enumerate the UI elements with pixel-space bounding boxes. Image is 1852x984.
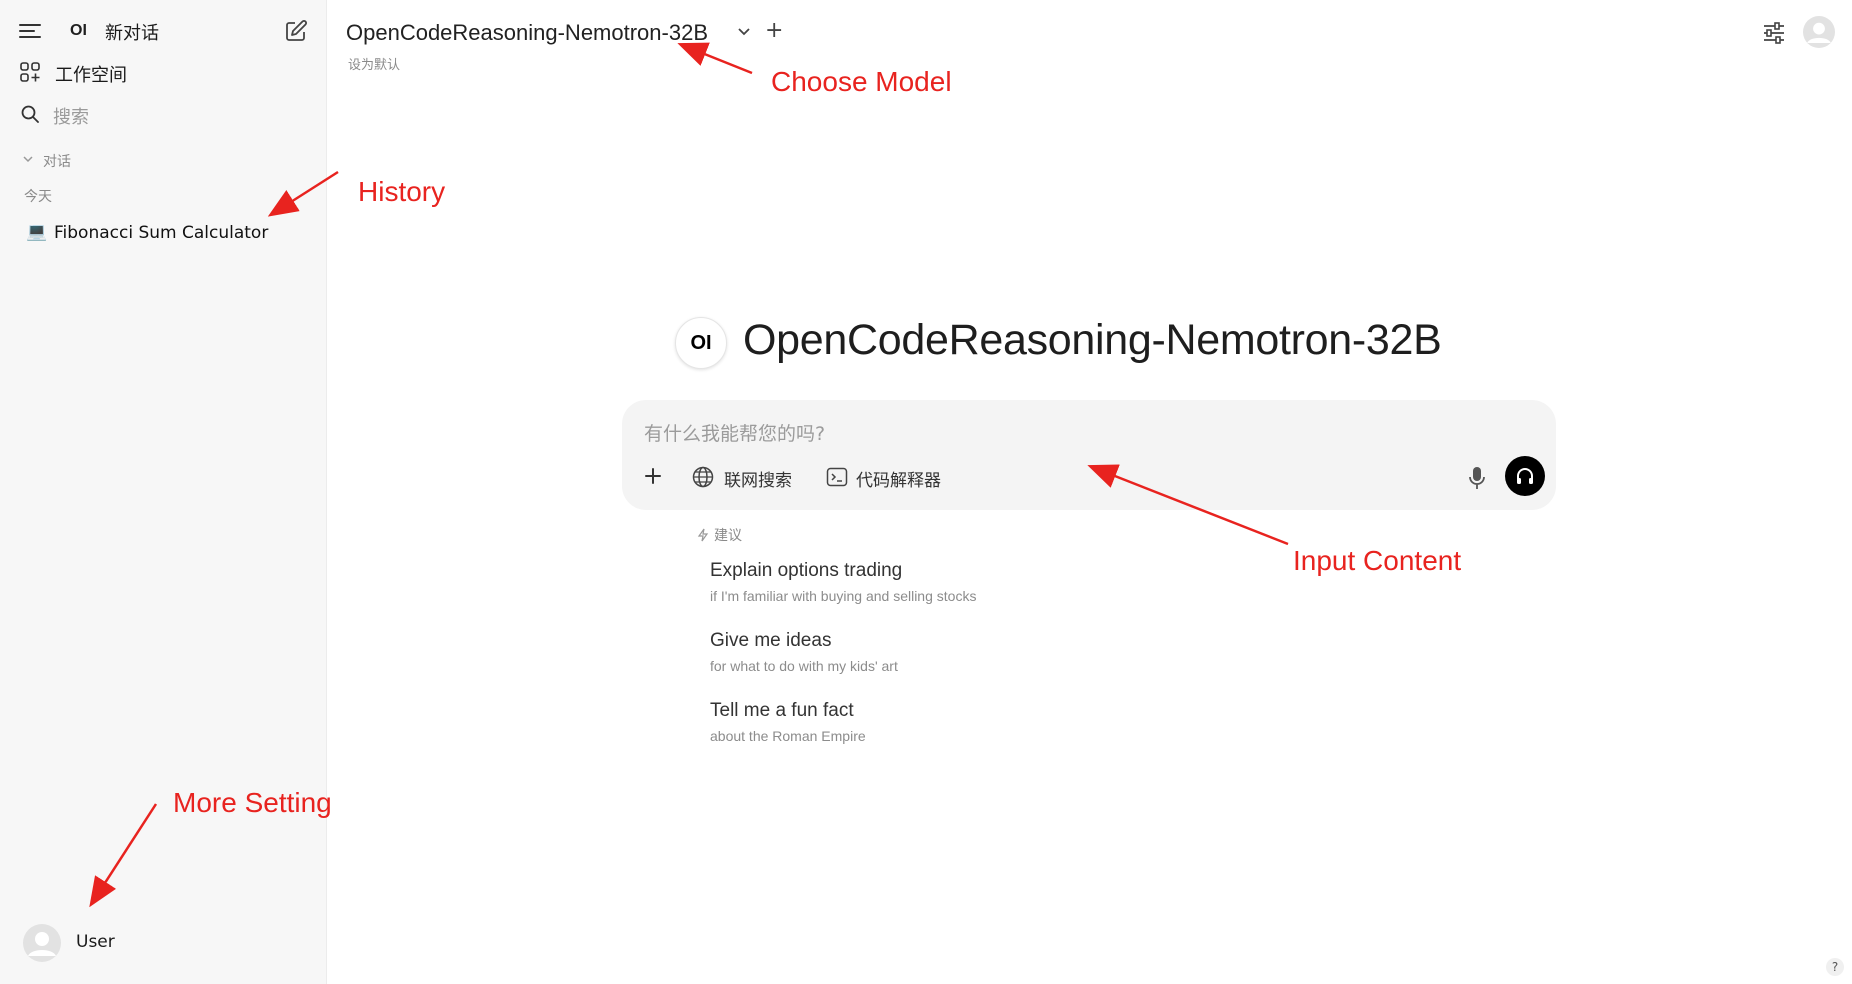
plus-icon[interactable] (644, 467, 662, 485)
globe-icon[interactable] (692, 466, 714, 488)
search-input[interactable]: 搜索 (53, 103, 89, 129)
app-logo: OI (70, 22, 87, 39)
chevron-down-icon[interactable] (22, 154, 34, 164)
help-button[interactable]: ? (1826, 958, 1844, 976)
chat-item[interactable]: 💻 Fibonacci Sum Calculator (14, 219, 314, 249)
chat-input[interactable]: 有什么我能帮您的吗? (644, 419, 825, 446)
web-search-button[interactable]: 联网搜索 (724, 466, 792, 491)
menu-icon[interactable] (19, 22, 41, 40)
header-avatar[interactable] (1803, 16, 1835, 48)
chevron-down-icon[interactable] (737, 27, 751, 37)
chat-item-title: Fibonacci Sum Calculator (54, 223, 269, 243)
annotation-choose-model: Choose Model (771, 66, 952, 97)
suggestion-item[interactable]: Give me ideas for what to do with my kid… (710, 630, 1110, 682)
avatar[interactable] (23, 924, 61, 962)
voice-mode-button[interactable] (1505, 456, 1545, 496)
annotation-more-setting: More Setting (173, 787, 332, 818)
headphones-icon (1517, 468, 1533, 484)
model-title: OpenCodeReasoning-Nemotron-32B (743, 316, 1442, 364)
chat-input-box[interactable]: 有什么我能帮您的吗? 联网搜索 代码解释器 (622, 400, 1556, 510)
search-icon[interactable] (21, 105, 39, 123)
set-default-link[interactable]: 设为默认 (348, 54, 400, 73)
suggestion-item[interactable]: Tell me a fun fact about the Roman Empir… (710, 700, 1110, 752)
suggestion-subtitle: about the Roman Empire (710, 728, 866, 744)
group-today-label: 今天 (24, 189, 52, 205)
suggestion-subtitle: if I'm familiar with buying and selling … (710, 588, 977, 604)
workspace-grid-icon[interactable] (20, 62, 40, 82)
workspace-label[interactable]: 工作空间 (55, 61, 127, 87)
user-name[interactable]: User (76, 932, 115, 952)
suggestion-item[interactable]: Explain options trading if I'm familiar … (710, 560, 1110, 612)
controls-sliders-icon[interactable] (1762, 22, 1786, 44)
code-interpreter-button[interactable]: 代码解释器 (856, 466, 941, 491)
suggestion-title: Tell me a fun fact (710, 700, 854, 721)
suggestion-title: Give me ideas (710, 630, 832, 651)
section-chats-label[interactable]: 对话 (43, 151, 71, 171)
model-logo: OI (675, 317, 727, 369)
model-selector[interactable]: OpenCodeReasoning-Nemotron-32B (346, 20, 708, 46)
lightning-icon (697, 528, 709, 542)
annotation-input-content: Input Content (1293, 545, 1462, 576)
add-model-button[interactable]: + (765, 18, 783, 43)
suggestion-title: Explain options trading (710, 560, 903, 581)
new-chat-label[interactable]: 新对话 (105, 19, 159, 45)
arrow-choose-model (677, 42, 753, 75)
sidebar: OI 新对话 工作空间 搜索 对话 今天 💻 Fibonacci Sum Cal… (0, 0, 327, 984)
new-chat-edit-icon[interactable] (284, 19, 308, 43)
laptop-emoji-icon: 💻 (26, 222, 48, 242)
annotation-history: History (358, 176, 446, 207)
suggestions-label: 建议 (714, 528, 742, 544)
microphone-icon[interactable] (1468, 466, 1486, 490)
terminal-icon[interactable] (826, 466, 848, 488)
suggestion-subtitle: for what to do with my kids' art (710, 658, 898, 674)
